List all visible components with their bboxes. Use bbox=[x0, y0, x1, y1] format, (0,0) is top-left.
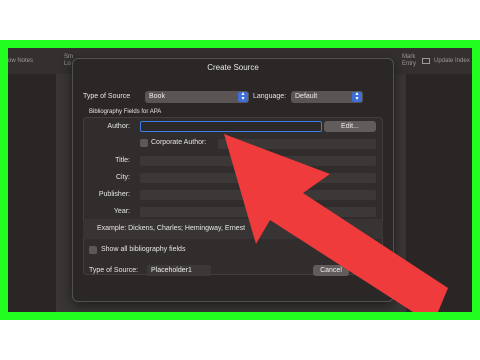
app-screen: ow Notes Sm Lo Mark Entry Update Index C… bbox=[8, 48, 472, 312]
red-arrow-icon bbox=[224, 134, 448, 312]
red-arrow-shape bbox=[224, 134, 448, 312]
green-border-frame: ow Notes Sm Lo Mark Entry Update Index C… bbox=[0, 40, 480, 320]
